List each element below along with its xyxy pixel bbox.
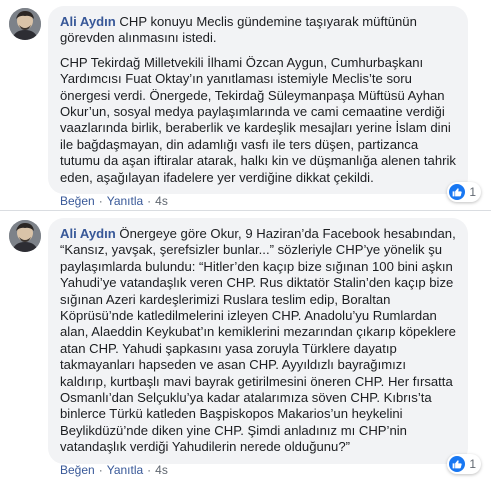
avatar-icon xyxy=(9,220,41,252)
reply-button[interactable]: Yanıtla xyxy=(107,463,143,477)
comment-text: Önergeye göre Okur, 9 Haziran’da Faceboo… xyxy=(60,226,456,455)
comment-paragraph: Ali Aydın Önergeye göre Okur, 9 Haziran’… xyxy=(60,226,456,456)
author-name[interactable]: Ali Aydın xyxy=(60,14,116,29)
avatar[interactable] xyxy=(9,8,41,40)
reply-button[interactable]: Yanıtla xyxy=(107,194,143,208)
avatar[interactable] xyxy=(9,220,41,252)
divider xyxy=(0,210,491,211)
comment-paragraph: Ali Aydın CHP konuyu Meclis gündemine ta… xyxy=(60,14,456,47)
separator: · xyxy=(98,463,103,477)
reaction-count: 1 xyxy=(469,185,476,199)
like-button[interactable]: Beğen xyxy=(60,463,95,477)
thumbs-up-icon xyxy=(449,456,466,472)
comment-time[interactable]: 4s xyxy=(155,463,168,477)
like-button[interactable]: Beğen xyxy=(60,194,95,208)
reaction-count-badge[interactable]: 1 xyxy=(447,182,481,202)
comment-bubble: Ali Aydın CHP konuyu Meclis gündemine ta… xyxy=(48,6,468,195)
comment-bubble: Ali Aydın Önergeye göre Okur, 9 Haziran’… xyxy=(48,218,468,464)
comment-paragraph: CHP Tekirdağ Milletvekili İlhami Özcan A… xyxy=(60,54,456,185)
avatar-icon xyxy=(9,8,41,40)
reaction-count-badge[interactable]: 1 xyxy=(447,454,481,474)
comment-actions: Beğen · Yanıtla · 4s xyxy=(60,194,168,208)
reaction-count: 1 xyxy=(469,457,476,471)
author-name[interactable]: Ali Aydın xyxy=(60,226,116,241)
separator: · xyxy=(147,463,152,477)
comment-actions: Beğen · Yanıtla · 4s xyxy=(60,463,168,477)
separator: · xyxy=(147,194,152,208)
comment-time[interactable]: 4s xyxy=(155,194,168,208)
separator: · xyxy=(98,194,103,208)
thumbs-up-icon xyxy=(449,184,466,200)
